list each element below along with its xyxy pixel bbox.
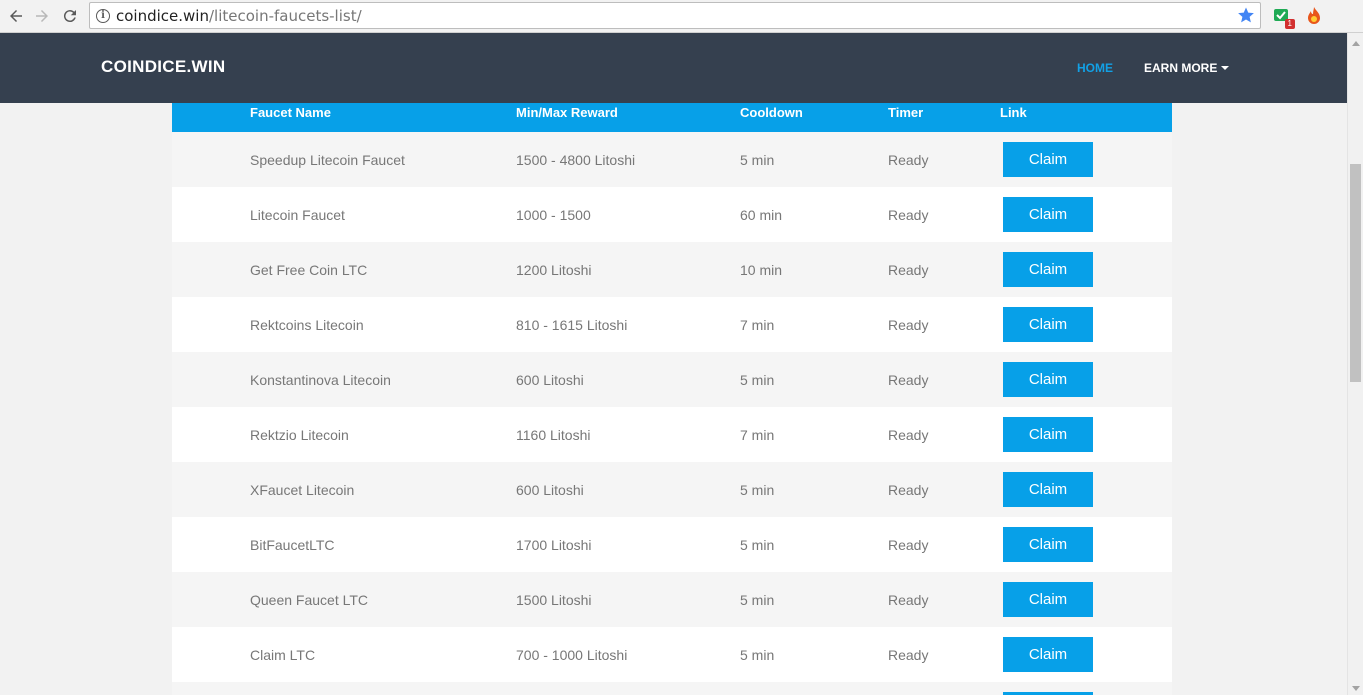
- bookmark-star-icon[interactable]: [1237, 6, 1255, 24]
- table-row-partial: [172, 682, 1172, 695]
- faucet-timer: Ready: [888, 592, 929, 608]
- browser-toolbar: i coindice.win/litecoin-faucets-list/ 1: [0, 0, 1363, 33]
- table-row: XFaucet Litecoin 600 Litoshi 5 min Ready…: [172, 462, 1172, 517]
- table-row: Queen Faucet LTC 1500 Litoshi 5 min Read…: [172, 572, 1172, 627]
- faucet-reward: 1000 - 1500: [516, 207, 591, 223]
- nav-earn-more-dropdown[interactable]: EARN MORE: [1144, 61, 1230, 75]
- url-text[interactable]: coindice.win/litecoin-faucets-list/: [116, 7, 362, 25]
- caret-down-icon: [1221, 66, 1230, 70]
- faucet-name: Rektcoins Litecoin: [250, 317, 364, 333]
- faucet-cooldown: 5 min: [740, 152, 775, 168]
- faucet-cooldown: 5 min: [740, 482, 775, 498]
- claim-button[interactable]: Claim: [1003, 362, 1093, 397]
- faucet-timer: Ready: [888, 482, 929, 498]
- faucet-cooldown: 10 min: [740, 262, 783, 278]
- nav-earn-more-label: EARN MORE: [1144, 61, 1218, 75]
- faucet-cooldown: 5 min: [740, 537, 775, 553]
- faucet-timer: Ready: [888, 262, 929, 278]
- forward-arrow-icon[interactable]: [30, 4, 54, 28]
- table-row: Get Free Coin LTC 1200 Litoshi 10 min Re…: [172, 242, 1172, 297]
- extension-wallet-icon[interactable]: 1: [1271, 5, 1295, 29]
- table-row: Rektzio Litecoin 1160 Litoshi 7 min Read…: [172, 407, 1172, 462]
- faucet-name: Konstantinova Litecoin: [250, 372, 391, 388]
- faucet-timer: Ready: [888, 427, 929, 443]
- claim-button[interactable]: Claim: [1003, 197, 1093, 232]
- extension-flame-icon[interactable]: [1303, 5, 1325, 27]
- extension-badge: 1: [1284, 19, 1295, 29]
- faucet-cooldown: 60 min: [740, 207, 783, 223]
- scrollbar-thumb[interactable]: [1350, 164, 1361, 382]
- faucet-name: Speedup Litecoin Faucet: [250, 152, 405, 168]
- faucet-name: Claim LTC: [250, 647, 316, 663]
- column-header-reward: Min/Max Reward: [516, 105, 618, 120]
- faucet-reward: 600 Litoshi: [516, 372, 584, 388]
- faucet-table: Faucet Name Min/Max Reward Cooldown Time…: [172, 93, 1172, 695]
- table-row: BitFaucetLTC 1700 Litoshi 5 min Ready Cl…: [172, 517, 1172, 572]
- faucet-name: Rektzio Litecoin: [250, 427, 349, 443]
- url-path: /litecoin-faucets-list/: [208, 6, 362, 25]
- faucet-reward: 1500 Litoshi: [516, 592, 592, 608]
- claim-button[interactable]: Claim: [1003, 417, 1093, 452]
- faucet-name: Queen Faucet LTC: [250, 592, 369, 608]
- url-host: coindice.win: [116, 6, 209, 25]
- faucet-reward: 1200 Litoshi: [516, 262, 592, 278]
- claim-button[interactable]: Claim: [1003, 527, 1093, 562]
- table-row: Litecoin Faucet 1000 - 1500 60 min Ready…: [172, 187, 1172, 242]
- faucet-timer: Ready: [888, 317, 929, 333]
- table-row: Claim LTC 700 - 1000 Litoshi 5 min Ready…: [172, 627, 1172, 682]
- table-row: Rektcoins Litecoin 810 - 1615 Litoshi 7 …: [172, 297, 1172, 352]
- faucet-timer: Ready: [888, 372, 929, 388]
- column-header-faucet-name: Faucet Name: [250, 105, 331, 120]
- claim-button[interactable]: Claim: [1003, 307, 1093, 342]
- column-header-timer: Timer: [888, 105, 924, 120]
- site-header: COINDICE.WIN HOME EARN MORE: [0, 33, 1347, 103]
- faucet-name: Get Free Coin LTC: [250, 262, 368, 278]
- info-icon[interactable]: i: [96, 8, 110, 23]
- table-row: Speedup Litecoin Faucet 1500 - 4800 Lito…: [172, 132, 1172, 187]
- faucet-name: XFaucet Litecoin: [250, 482, 355, 498]
- faucet-name: BitFaucetLTC: [250, 537, 335, 553]
- faucet-timer: Ready: [888, 647, 929, 663]
- faucet-timer: Ready: [888, 537, 929, 553]
- reload-icon[interactable]: [58, 4, 82, 28]
- faucet-reward: 700 - 1000 Litoshi: [516, 647, 628, 663]
- faucet-cooldown: 5 min: [740, 372, 775, 388]
- faucet-cooldown: 7 min: [740, 317, 775, 333]
- claim-button[interactable]: Claim: [1003, 142, 1093, 177]
- nav-home-link[interactable]: HOME: [1077, 61, 1113, 75]
- faucet-timer: Ready: [888, 207, 929, 223]
- scroll-down-arrow-icon[interactable]: [1352, 686, 1360, 691]
- column-header-link: Link: [1000, 105, 1027, 120]
- faucet-reward: 1160 Litoshi: [516, 427, 591, 443]
- page-scrollbar[interactable]: [1347, 33, 1363, 695]
- faucet-reward: 600 Litoshi: [516, 482, 584, 498]
- faucet-timer: Ready: [888, 152, 929, 168]
- faucet-cooldown: 5 min: [740, 592, 775, 608]
- faucet-name: Litecoin Faucet: [250, 207, 345, 223]
- back-arrow-icon[interactable]: [4, 4, 28, 28]
- faucet-reward: 1500 - 4800 Litoshi: [516, 152, 636, 168]
- faucet-reward: 1700 Litoshi: [516, 537, 592, 553]
- claim-button[interactable]: Claim: [1003, 637, 1093, 672]
- column-header-cooldown: Cooldown: [740, 105, 803, 120]
- faucet-cooldown: 5 min: [740, 647, 775, 663]
- claim-button[interactable]: Claim: [1003, 472, 1093, 507]
- faucet-cooldown: 7 min: [740, 427, 775, 443]
- claim-button[interactable]: Claim: [1003, 582, 1093, 617]
- scroll-up-arrow-icon[interactable]: [1352, 41, 1360, 46]
- faucet-reward: 810 - 1615 Litoshi: [516, 317, 628, 333]
- site-logo[interactable]: COINDICE.WIN: [101, 57, 225, 77]
- table-row: Konstantinova Litecoin 600 Litoshi 5 min…: [172, 352, 1172, 407]
- address-bar[interactable]: i coindice.win/litecoin-faucets-list/: [89, 2, 1261, 29]
- claim-button[interactable]: Claim: [1003, 252, 1093, 287]
